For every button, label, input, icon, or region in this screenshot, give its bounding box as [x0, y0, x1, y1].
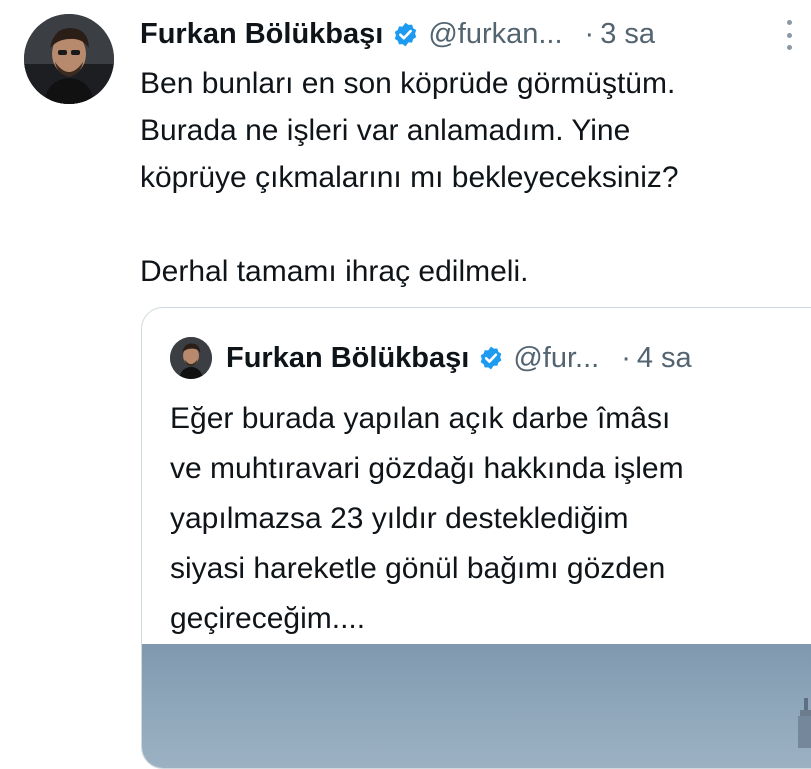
quoted-author-handle[interactable]: @fur...: [513, 342, 599, 375]
quoted-avatar[interactable]: [170, 337, 212, 379]
more-vertical-icon[interactable]: [784, 20, 794, 50]
author-name[interactable]: Furkan Bölükbaşı: [140, 18, 383, 51]
verified-badge-icon: [395, 22, 417, 46]
quoted-separator-dot: ·: [621, 341, 631, 374]
quoted-timestamp[interactable]: 4 sa: [637, 342, 692, 375]
timestamp[interactable]: 3 sa: [600, 18, 655, 51]
tweet-text: Ben bunları en son köprüde görmüştüm. Bu…: [140, 67, 679, 288]
avatar[interactable]: [24, 14, 114, 104]
quoted-author-name[interactable]: Furkan Bölükbaşı: [226, 342, 469, 375]
tower-silhouette: [798, 698, 811, 748]
quoted-tweet-text: Eğer burada yapılan açık darbe îmâsı ve …: [170, 402, 684, 635]
quoted-verified-badge-icon: [481, 346, 502, 370]
author-handle[interactable]: @furkan...: [428, 18, 562, 51]
quoted-tweet[interactable]: Furkan Bölükbaşı @fur... · 4 sa Eğer bur…: [141, 307, 811, 769]
quoted-media-image[interactable]: [142, 644, 811, 768]
separator-dot: ·: [584, 17, 595, 50]
avatar-photo: [24, 14, 114, 104]
tweet-header: Furkan Bölükbaşı @furkan... · 3 sa: [140, 14, 655, 54]
quoted-avatar-photo: [170, 337, 212, 379]
quoted-tweet-header: Furkan Bölükbaşı @fur... · 4 sa: [170, 336, 692, 380]
